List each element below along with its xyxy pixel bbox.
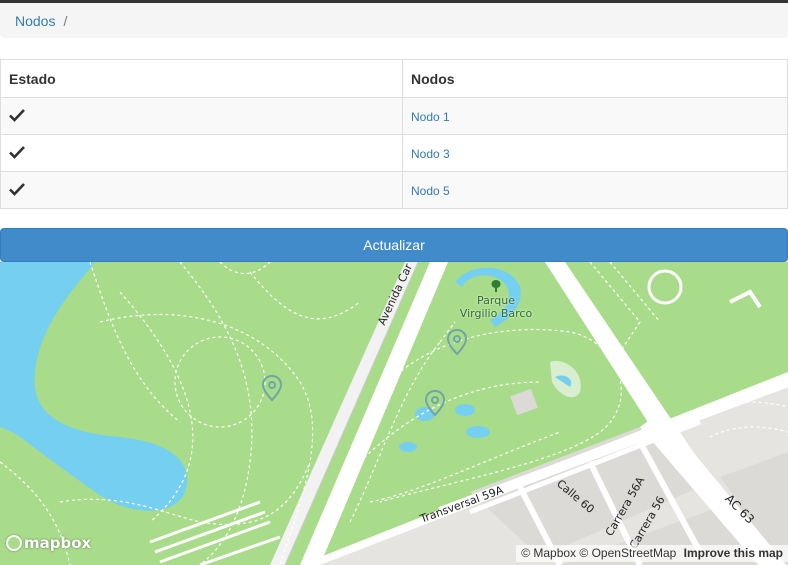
state-cell [0,134,403,172]
node-cell: Nodo 1 [402,97,788,135]
breadcrumb: Nodos / [0,3,788,38]
column-header-state: Estado [0,59,403,98]
park-label-line1: Parque [477,294,515,307]
table-row: Nodo 3 [0,134,788,172]
node-link[interactable]: Nodo 5 [411,184,450,198]
update-button[interactable]: Actualizar [0,228,788,262]
nodes-table: Estado Nodos Nodo 1 Nodo 3 Nodo 5 [0,59,788,209]
attribution-osm[interactable]: © OpenStreetMap [579,546,676,560]
marker-icon[interactable] [425,390,445,416]
park-label-line2: Virgilio Barco [459,307,533,320]
check-icon [9,145,25,159]
state-cell [0,97,403,135]
node-cell: Nodo 3 [402,134,788,172]
mapbox-logo-text: mapbox [24,534,92,552]
mapbox-logo[interactable]: mapbox [6,534,91,552]
mapbox-logo-icon [6,535,22,551]
improve-map-link[interactable]: Improve this map [684,546,783,560]
state-cell [0,171,403,209]
marker-icon[interactable] [262,375,282,401]
breadcrumb-link-nodos[interactable]: Nodos [15,13,55,29]
park-label: Parque Virgilio Barco [458,294,534,320]
column-header-nodes: Nodos [402,59,788,98]
table-row: Nodo 1 [0,97,788,135]
node-cell: Nodo 5 [402,171,788,209]
breadcrumb-separator: / [63,13,68,29]
check-icon [9,182,25,196]
attribution-mapbox[interactable]: © Mapbox [521,546,576,560]
map-view[interactable]: Parque Virgilio Barco Avenida Car Transv… [0,262,788,565]
table-row: Nodo 5 [0,171,788,209]
node-link[interactable]: Nodo 1 [411,110,450,124]
marker-icon[interactable] [447,329,467,355]
node-link[interactable]: Nodo 3 [411,147,450,161]
table-header-row: Estado Nodos [0,59,788,98]
map-attribution: © Mapbox © OpenStreetMap Improve this ma… [516,545,788,562]
check-icon [9,108,25,122]
